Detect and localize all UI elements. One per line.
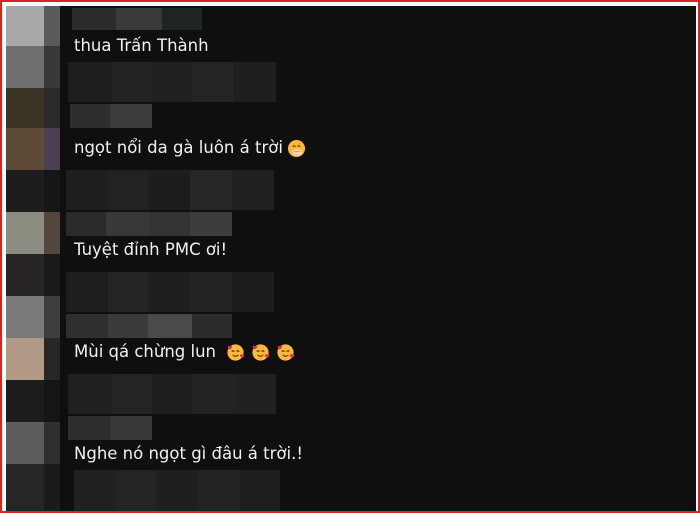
blurred-actions xyxy=(152,62,192,102)
blurred-username xyxy=(148,314,192,338)
blurred-username xyxy=(116,8,162,30)
avatar[interactable] xyxy=(6,254,44,296)
blurred-actions xyxy=(66,272,108,312)
blurred-actions xyxy=(232,170,274,210)
blurred-actions xyxy=(116,470,156,511)
blurred-actions xyxy=(156,470,198,511)
comment-item: Mùi qá chừng lun xyxy=(74,341,295,363)
blurred-actions xyxy=(74,470,116,511)
screenshot-frame: thua Trấn Thành ngọt nổi da gà luôn á tr… xyxy=(0,0,700,513)
avatar[interactable] xyxy=(6,170,44,212)
blurred-actions xyxy=(68,374,112,414)
avatar-edge xyxy=(44,212,60,254)
blurred-username xyxy=(108,314,148,338)
blurred-actions xyxy=(190,272,232,312)
blurred-actions xyxy=(108,272,148,312)
avatar-edge xyxy=(44,46,60,88)
comment-item: Tuyệt đỉnh PMC ơi! xyxy=(74,239,227,261)
avatar[interactable] xyxy=(6,464,44,511)
avatar-edge xyxy=(44,380,60,422)
face-with-hand-over-mouth-emoji xyxy=(287,139,305,157)
avatar[interactable] xyxy=(6,6,44,46)
comment-text: ngọt nổi da gà luôn á trời xyxy=(74,138,283,157)
avatar[interactable] xyxy=(6,296,44,338)
avatar[interactable] xyxy=(6,88,44,128)
blurred-actions xyxy=(68,62,112,102)
blurred-username xyxy=(162,8,202,30)
blurred-actions xyxy=(112,374,152,414)
comment-text: Nghe nó ngọt gì đâu á trời.! xyxy=(74,444,303,463)
blurred-username xyxy=(66,212,106,236)
comment-feed: thua Trấn Thành ngọt nổi da gà luôn á tr… xyxy=(6,6,696,511)
smiling-face-with-hearts-emoji xyxy=(227,343,245,361)
blurred-actions xyxy=(192,374,234,414)
blurred-actions xyxy=(234,374,276,414)
avatar-edge xyxy=(44,464,60,511)
avatar-edge xyxy=(44,6,60,46)
blurred-username xyxy=(66,314,108,338)
blurred-actions xyxy=(190,170,232,210)
blurred-username xyxy=(106,212,150,236)
avatar-edge xyxy=(44,254,60,296)
blurred-username xyxy=(110,416,152,440)
blurred-actions xyxy=(152,374,192,414)
blurred-username xyxy=(70,104,110,128)
blurred-actions xyxy=(112,62,152,102)
blurred-actions xyxy=(108,170,148,210)
blurred-actions xyxy=(234,62,276,102)
comment-text: Tuyệt đỉnh PMC ơi! xyxy=(74,240,228,259)
avatar-edge xyxy=(44,170,60,212)
blurred-username xyxy=(190,212,232,236)
comment-item: Nghe nó ngọt gì đâu á trời.! xyxy=(74,443,303,465)
blurred-actions xyxy=(240,470,280,511)
blurred-actions xyxy=(148,272,190,312)
smiling-face-with-hearts-emoji xyxy=(252,343,270,361)
avatar-edge xyxy=(44,296,60,338)
comment-text: thua Trấn Thành xyxy=(74,36,209,55)
avatar-edge xyxy=(44,128,60,170)
blurred-actions xyxy=(148,170,190,210)
comment-item: ngọt nổi da gà luôn á trời xyxy=(74,137,306,159)
blurred-actions xyxy=(192,62,234,102)
avatar[interactable] xyxy=(6,338,44,380)
blurred-actions xyxy=(198,470,240,511)
blurred-actions xyxy=(66,170,108,210)
avatar-edge xyxy=(44,422,60,464)
smiling-face-with-hearts-emoji xyxy=(277,343,295,361)
blurred-username xyxy=(150,212,190,236)
avatar[interactable] xyxy=(6,380,44,422)
avatar[interactable] xyxy=(6,128,44,170)
avatar[interactable] xyxy=(6,46,44,88)
avatar[interactable] xyxy=(6,212,44,254)
avatar-column xyxy=(6,6,60,511)
blurred-username xyxy=(110,104,152,128)
avatar-edge xyxy=(44,88,60,128)
blurred-username xyxy=(192,314,232,338)
comment-text: Mùi qá chừng lun xyxy=(74,342,217,361)
avatar-edge xyxy=(44,338,60,380)
blurred-username xyxy=(68,416,110,440)
blurred-username xyxy=(72,8,116,30)
comment-item: thua Trấn Thành xyxy=(74,35,209,57)
avatar[interactable] xyxy=(6,422,44,464)
blurred-actions xyxy=(232,272,274,312)
